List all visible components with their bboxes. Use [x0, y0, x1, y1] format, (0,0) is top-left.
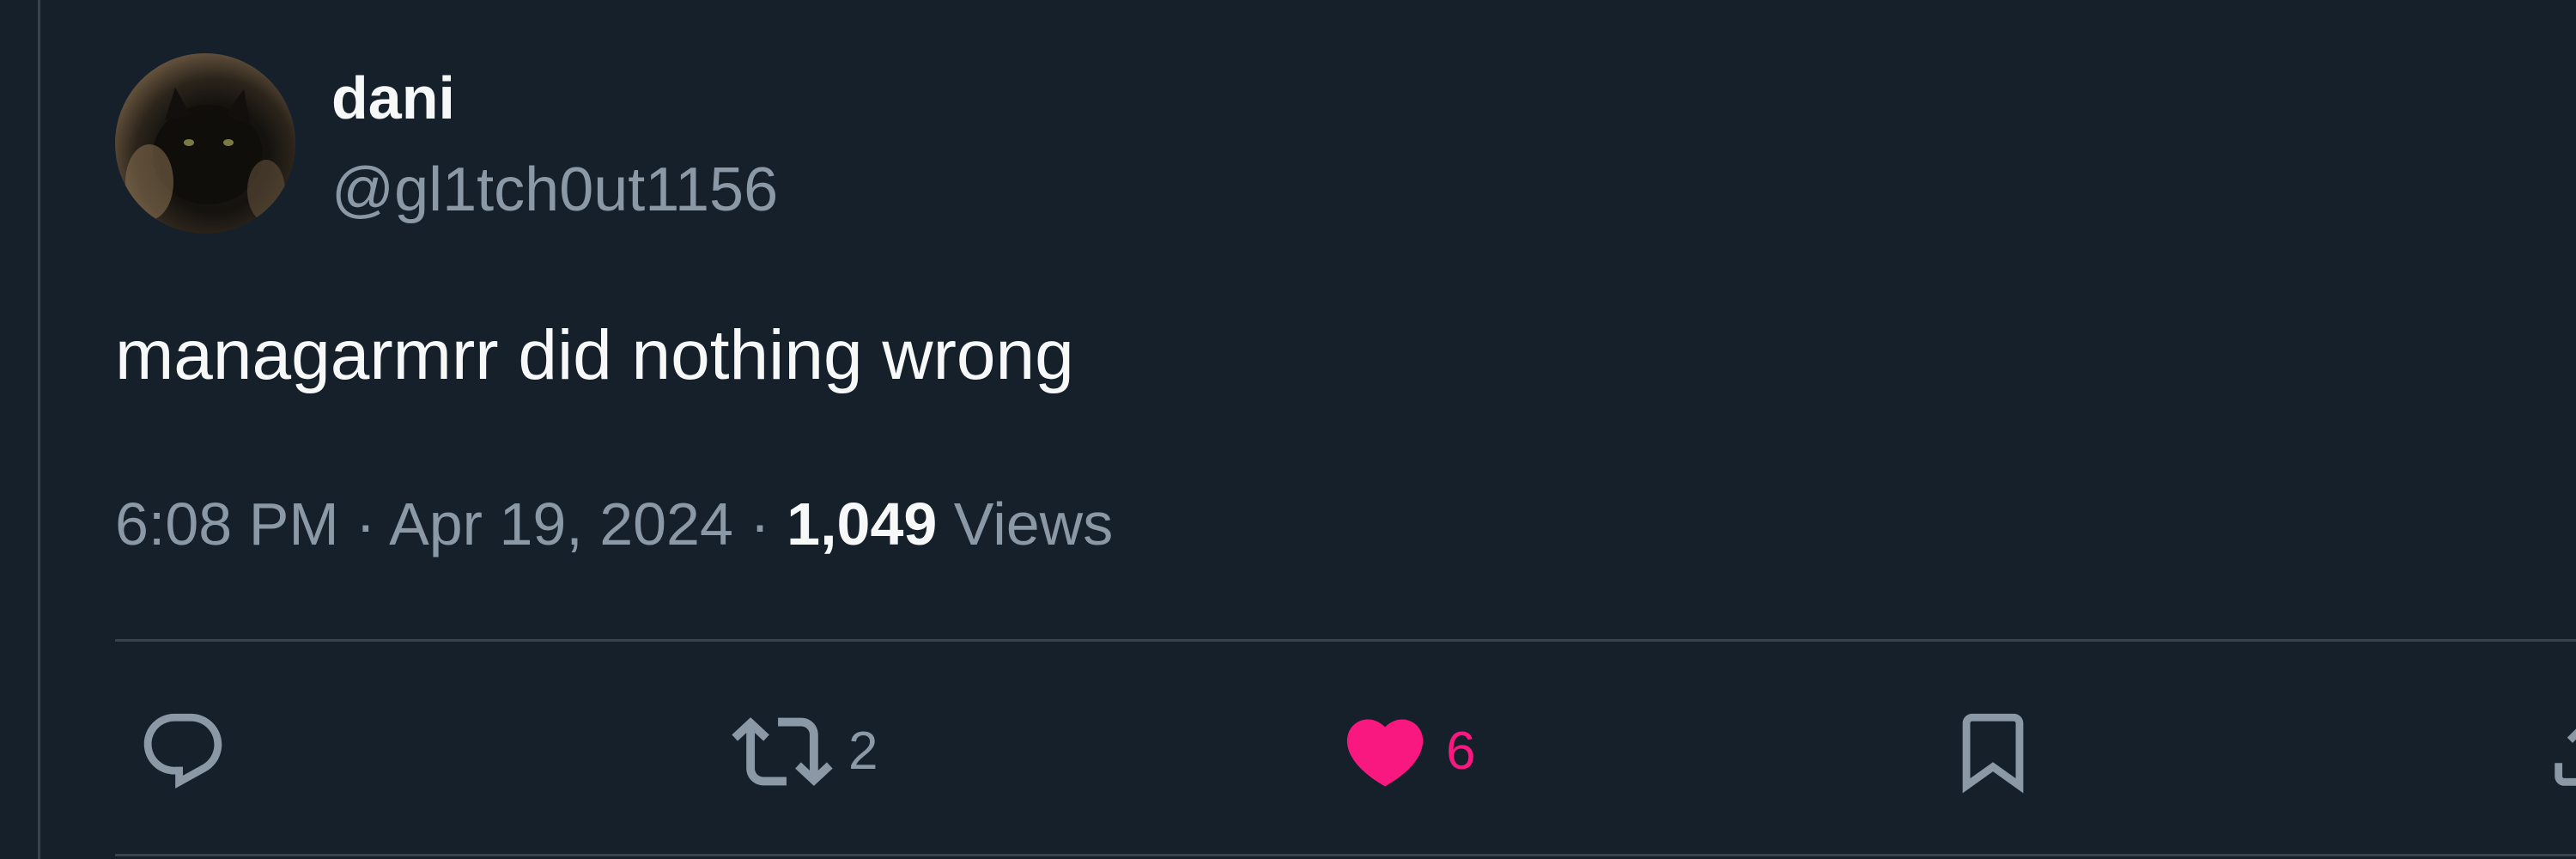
tweet-time[interactable]: 6:08 PM: [115, 490, 339, 557]
bookmark-icon: [1947, 706, 2038, 797]
speech-bubble-icon: [137, 706, 228, 797]
retweet-button[interactable]: 2: [732, 704, 878, 799]
tweet-text: managarmrr did nothing wrong: [115, 316, 1074, 394]
heart-icon: [1340, 706, 1431, 797]
tweet-meta: 6:08 PM · Apr 19, 2024 · 1,049 Views: [115, 488, 1113, 560]
divider: [115, 639, 2576, 642]
tweet-date[interactable]: Apr 19, 2024: [389, 490, 733, 557]
user-handle[interactable]: @gl1tch0ut1156: [331, 155, 778, 225]
meta-separator: ·: [355, 490, 376, 557]
retweet-arrows-icon: [732, 701, 833, 802]
views-label: Views: [953, 490, 1114, 557]
views-count: 1,049: [787, 490, 938, 557]
share-icon: [2543, 706, 2576, 797]
share-button[interactable]: [2543, 704, 2576, 799]
like-button[interactable]: 6: [1340, 704, 1475, 799]
avatar[interactable]: [115, 53, 295, 234]
display-name[interactable]: dani: [331, 64, 455, 132]
divider: [115, 854, 2576, 856]
retweet-count: 2: [848, 722, 878, 781]
avatar-cat-photo: [125, 88, 285, 222]
meta-separator: ·: [750, 490, 770, 557]
reply-button[interactable]: [137, 704, 244, 799]
tweet-detail: dani @gl1tch0ut1156 managarmrr did nothi…: [0, 0, 2576, 859]
like-count: 6: [1446, 722, 1476, 781]
bookmark-button[interactable]: [1947, 704, 2038, 799]
